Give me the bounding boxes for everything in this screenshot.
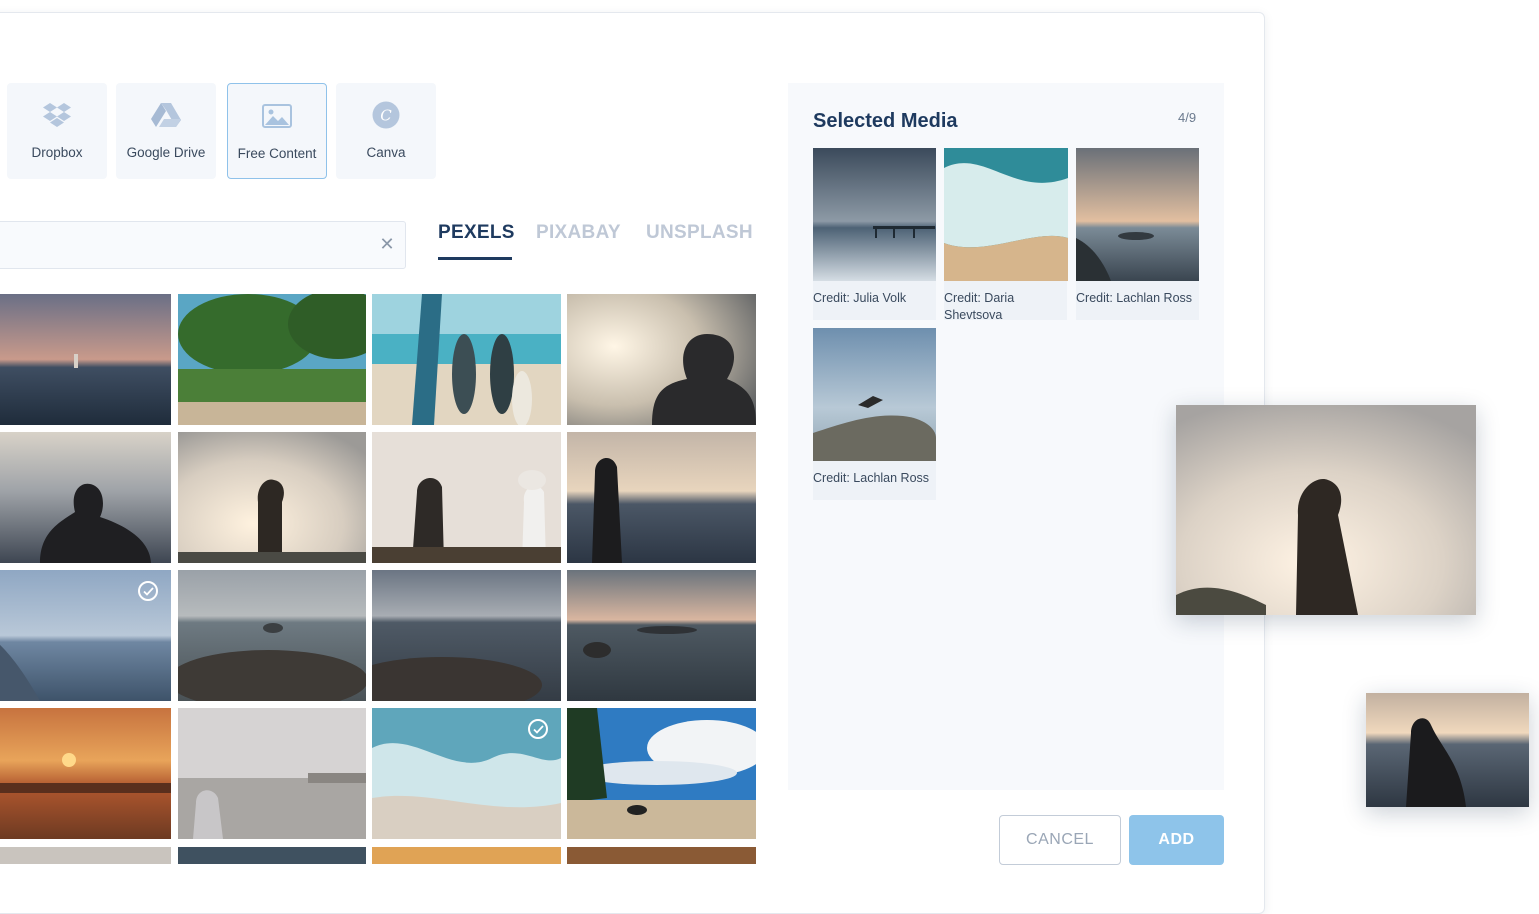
svg-text:C: C	[380, 107, 392, 125]
panel-title: Selected Media	[813, 110, 958, 132]
photo-tile[interactable]	[372, 570, 561, 701]
photo-tile[interactable]	[567, 294, 756, 425]
photo-tile[interactable]	[372, 708, 561, 839]
photo-tile[interactable]	[372, 294, 561, 425]
tab-pixabay[interactable]: PIXABAY	[536, 222, 621, 244]
cancel-button[interactable]: CANCEL	[999, 815, 1121, 865]
selected-count: 4/9	[1178, 110, 1197, 125]
active-tab-indicator	[438, 257, 512, 260]
photo-tile[interactable]	[0, 294, 171, 425]
photo-tile[interactable]	[0, 570, 171, 701]
photo-tile[interactable]	[567, 432, 756, 563]
search-box: ✕	[0, 221, 406, 269]
source-label: Canva	[366, 145, 406, 160]
selected-item[interactable]: Credit: Lachlan Ross	[1076, 148, 1199, 320]
photo-tile[interactable]	[372, 847, 561, 864]
add-button[interactable]: ADD	[1129, 815, 1224, 865]
photo-tile[interactable]	[178, 847, 366, 864]
canva-icon: C	[372, 101, 400, 129]
photo-tile[interactable]	[178, 294, 366, 425]
check-icon	[528, 719, 548, 739]
photo-tile[interactable]	[178, 570, 366, 701]
dragged-photo[interactable]	[1176, 405, 1476, 615]
photo-tile[interactable]	[0, 708, 171, 839]
photo-tile[interactable]	[567, 570, 756, 701]
photo-credit: Credit: Lachlan Ross	[1076, 291, 1193, 305]
google-drive-icon	[151, 101, 181, 129]
photo-tile[interactable]	[567, 847, 756, 864]
source-dropbox[interactable]: Dropbox	[7, 83, 107, 179]
photo-credit: Credit: Daria Shevtsova	[944, 291, 1015, 322]
image-icon	[262, 102, 292, 130]
source-google-drive[interactable]: Google Drive	[116, 83, 216, 179]
selected-item[interactable]: Credit: Julia Volk	[813, 148, 936, 320]
source-label: Google Drive	[126, 145, 206, 160]
source-canva[interactable]: C Canva	[336, 83, 436, 179]
selected-item[interactable]: Credit: Daria Shevtsova	[944, 148, 1068, 322]
selected-item[interactable]: Credit: Lachlan Ross	[813, 328, 936, 500]
source-label: Free Content	[237, 146, 317, 161]
photo-tile[interactable]	[372, 432, 561, 563]
search-input[interactable]	[3, 222, 367, 268]
photo-tile[interactable]	[178, 708, 366, 839]
source-label: Dropbox	[31, 145, 83, 160]
dropbox-icon	[43, 101, 71, 129]
photo-credit: Credit: Lachlan Ross	[813, 471, 930, 485]
tab-unsplash[interactable]: UNSPLASH	[646, 222, 753, 244]
photo-tile[interactable]	[0, 432, 171, 563]
photo-tile[interactable]	[178, 432, 366, 563]
photo-credit: Credit: Julia Volk	[813, 291, 907, 305]
photo-tile[interactable]	[0, 847, 171, 864]
source-free-content[interactable]: Free Content	[227, 83, 327, 179]
tab-pexels[interactable]: PEXELS	[438, 222, 515, 244]
close-icon[interactable]: ✕	[377, 234, 397, 254]
dragged-photo[interactable]	[1366, 693, 1529, 807]
check-icon	[138, 581, 158, 601]
photo-tile[interactable]	[567, 708, 756, 839]
